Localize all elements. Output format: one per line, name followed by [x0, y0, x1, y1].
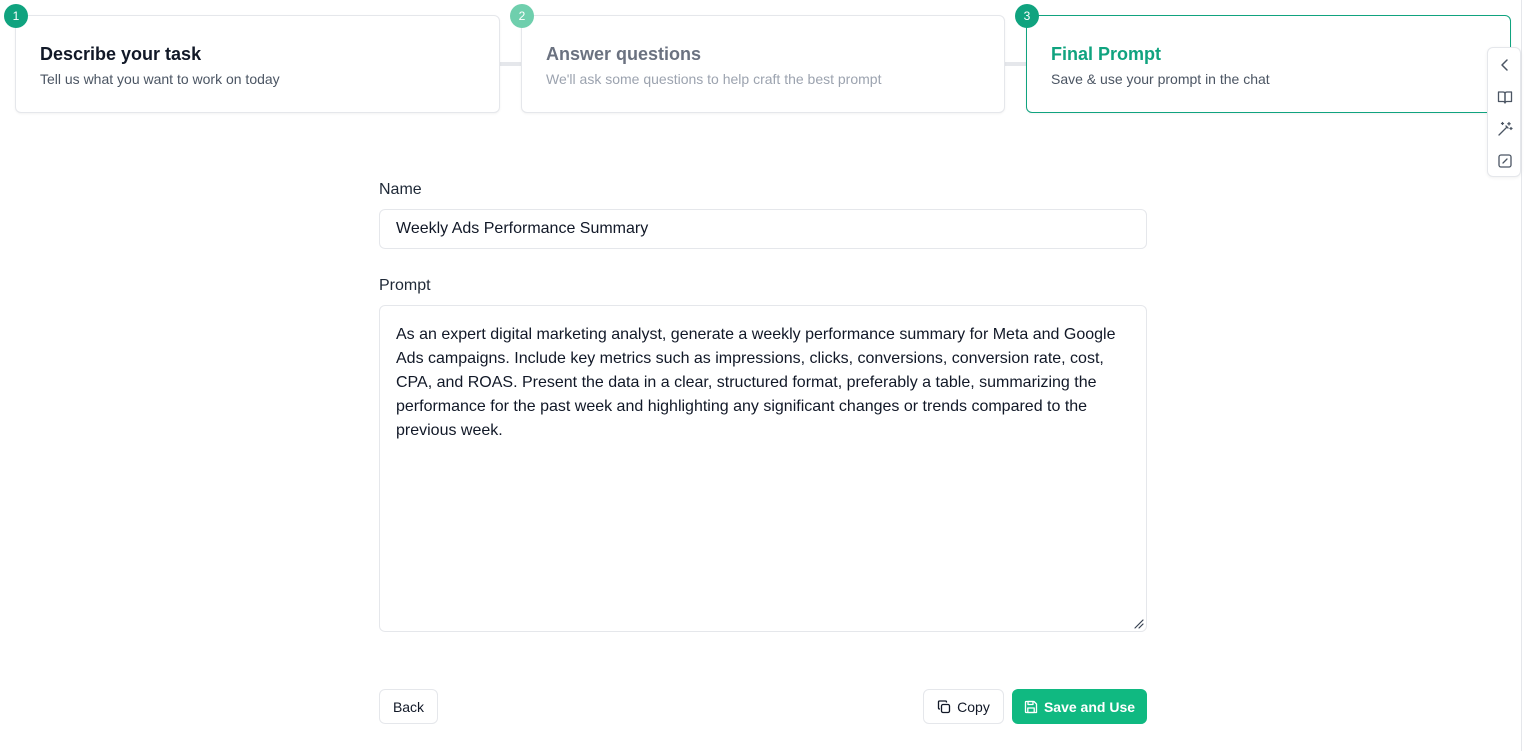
step-1-card[interactable]: Describe your task Tell us what you want… — [15, 15, 500, 113]
name-label: Name — [379, 181, 422, 198]
step-2-number-badge: 2 — [510, 4, 534, 28]
step-3-title: Final Prompt — [1051, 44, 1162, 64]
prompt-textarea[interactable]: As an expert digital marketing analyst, … — [379, 305, 1147, 632]
step-1-title: Describe your task — [40, 44, 202, 64]
step-3-description: Save & use your prompt in the chat — [1051, 71, 1270, 87]
right-edge-divider — [1521, 0, 1522, 751]
back-button[interactable]: Back — [379, 689, 438, 724]
save-icon — [1024, 700, 1038, 713]
edit-square-icon[interactable] — [1495, 151, 1515, 171]
step-1-number-badge: 1 — [4, 4, 28, 28]
step-2-title: Answer questions — [546, 44, 702, 64]
side-toolbar — [1487, 47, 1521, 177]
stepper: Describe your task Tell us what you want… — [0, 0, 1536, 130]
chevron-left-icon[interactable] — [1495, 55, 1515, 75]
prompt-label: Prompt — [379, 277, 431, 294]
step-3-card[interactable]: Final Prompt Save & use your prompt in t… — [1026, 15, 1511, 113]
copy-button[interactable]: Copy — [923, 689, 1004, 724]
step-1-description: Tell us what you want to work on today — [40, 71, 280, 87]
name-input[interactable] — [379, 209, 1147, 249]
back-button-label: Back — [392, 698, 425, 715]
step-connector — [500, 62, 521, 66]
book-open-icon[interactable] — [1495, 87, 1515, 107]
copy-icon — [938, 699, 951, 713]
magic-wand-icon[interactable] — [1495, 119, 1515, 139]
resize-handle-icon[interactable] — [1132, 617, 1144, 629]
save-and-use-button[interactable]: Save and Use — [1012, 689, 1147, 724]
step-2-card[interactable]: Answer questions We'll ask some question… — [521, 15, 1005, 113]
save-and-use-button-label: Save and Use — [1043, 698, 1136, 715]
step-3-number-badge: 3 — [1015, 4, 1039, 28]
step-connector — [1005, 62, 1026, 66]
step-2-description: We'll ask some questions to help craft t… — [546, 71, 882, 87]
copy-button-label: Copy — [957, 698, 990, 715]
